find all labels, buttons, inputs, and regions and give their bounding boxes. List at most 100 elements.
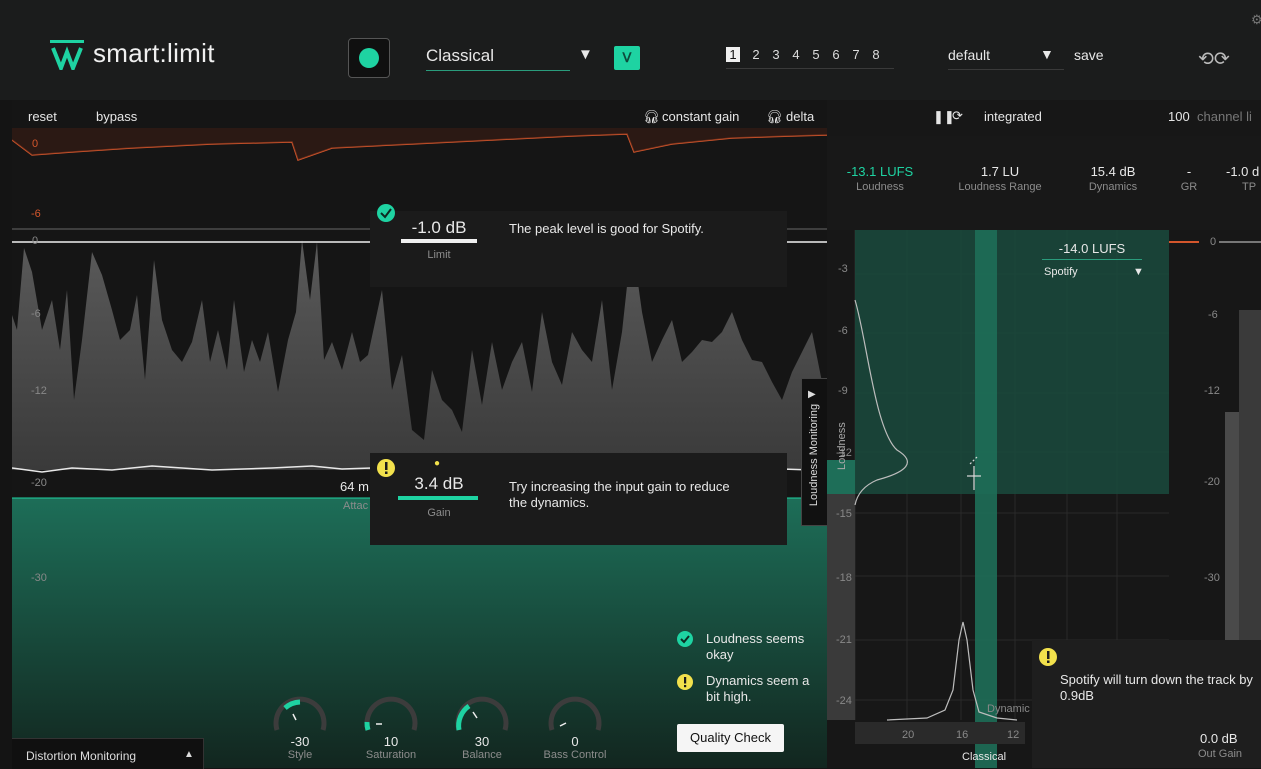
bypass-button[interactable]: bypass [96,109,137,124]
stat-tp-value: -1.0 d [1226,164,1260,179]
target-platform-arrow-icon[interactable]: ▼ [1133,266,1144,278]
spotify-warning-icon [1039,648,1057,666]
channel-link-label: channel li [1197,109,1252,124]
bass-control-knob[interactable] [546,694,604,734]
gain-marker-icon: ● [434,458,441,469]
distortion-monitoring-label: Distortion Monitoring [26,749,137,763]
lscale-m24: -24 [836,695,852,707]
level-scale-m6: -6 [31,308,41,320]
warning-icon [377,459,395,477]
mscale-m30: -30 [1204,572,1220,584]
preset-slots: 12345678 [726,46,894,69]
quality-check-button[interactable]: Quality Check [677,724,784,752]
lscale-m3: -3 [838,263,848,275]
stat-dynamics-value: 15.4 dB [1090,164,1136,179]
profile-dropdown-arrow-icon[interactable]: ▼ [578,46,593,63]
mscale-m12: -12 [1204,385,1220,397]
refresh-icon[interactable]: ⟳ [952,108,963,124]
loudness-monitoring-tab[interactable]: ▶ Loudness Monitoring [801,378,829,526]
saturation-value: 10 [383,734,399,749]
record-dot-icon [359,48,379,68]
dyn-scale-20: 20 [902,729,915,741]
style-knob[interactable] [271,694,329,734]
classical-label: Classical [962,751,1007,763]
loudness-target-area [855,230,1169,494]
preset-slot-1[interactable]: 1 [726,47,740,62]
bass-control-label: Bass Control [543,749,607,761]
save-button[interactable]: save [1074,47,1104,63]
record-button[interactable] [348,38,390,78]
distortion-monitoring-tab[interactable]: Distortion Monitoring ▲ [12,738,204,769]
gear-icon[interactable]: ⚙ [1251,12,1261,28]
limit-slider-bar[interactable] [401,239,477,243]
gain-message: Try increasing the input gain to reduce … [509,479,730,510]
dyn-scale-16: 16 [956,729,969,741]
lscale-m6: -6 [838,325,848,337]
target-platform[interactable]: Spotify [1044,266,1078,278]
level-scale-m12: -12 [31,385,47,397]
balance-value: 30 [474,734,490,749]
attack-value[interactable]: 64 m [340,479,369,494]
stat-range-label: Loudness Range [958,181,1042,193]
spotify-message: Spotify will turn down the track by 0.9d… [1060,672,1253,703]
attack-label: Attac [343,500,369,512]
channel-link-value[interactable]: 100 [1168,109,1190,124]
style-label: Style [287,749,313,761]
limit-label: Limit [427,249,451,261]
profile-dropdown[interactable]: Classical [426,46,570,71]
dynamics-warning-icon [677,674,693,690]
logo-text: smart:limit [93,38,215,68]
level-scale-0: 0 [32,235,39,247]
preset-slot-4[interactable]: 4 [786,47,806,62]
preset-slot-2[interactable]: 2 [746,47,766,62]
integrated-toggle[interactable]: integrated [984,109,1042,124]
out-gain-label: Out Gain [1198,748,1243,760]
saturation-knob[interactable] [362,694,420,734]
reset-button[interactable]: reset [28,109,57,124]
loudness-bar [827,460,855,720]
stat-gr-label: GR [1180,181,1198,193]
lscale-m9: -9 [838,385,848,397]
waveform-graph [12,100,827,768]
level-scale-m30: -30 [31,572,47,584]
loudness-monitoring-label: Loudness Monitoring [808,403,820,507]
gain-label: Gain [427,507,451,519]
constant-gain-toggle[interactable]: constant gain [662,109,739,124]
headphones-delta-icon: 🎧︎ [766,109,783,124]
balance-knob[interactable] [453,694,511,734]
chevron-up-icon: ▲ [184,749,194,760]
gain-value[interactable]: 3.4 dB [401,474,477,494]
mscale-0: 0 [1210,236,1217,248]
preset-slot-3[interactable]: 3 [766,47,786,62]
preset-slot-7[interactable]: 7 [846,47,866,62]
stat-loudness-value: -13.1 LUFS [846,164,914,179]
undo-redo-icon[interactable]: ⟲⟳ [1198,48,1230,71]
preset-slot-5[interactable]: 5 [806,47,826,62]
limit-message: The peak level is good for Spotify. [509,221,704,236]
waveform-svg [12,128,827,768]
loudness-message: Loudness seems okay [706,631,805,662]
stat-range-value: 1.7 LU [980,164,1020,179]
stat-tp-label: TP [1242,181,1257,193]
mscale-m6: -6 [1208,309,1218,321]
loudness-vertical-label: Loudness [836,422,848,470]
logo-icon [50,40,84,70]
gain-slider-bar[interactable] [398,496,478,500]
stat-dynamics-label: Dynamics [1088,181,1138,193]
headphones-icon: 🎧︎ [643,109,660,124]
target-loudness-value[interactable]: -14.0 LUFS [1042,241,1142,260]
profile-logo-icon[interactable]: ᐯ [614,46,640,70]
preset-slot-8[interactable]: 8 [866,47,886,62]
preset-slot-6[interactable]: 6 [826,47,846,62]
dynamics-target-column [975,230,997,768]
stat-gr-value: - [1186,164,1192,179]
preset-select-arrow-icon[interactable]: ▼ [1040,46,1054,62]
dynamics-message: Dynamics seem a bit high. [706,673,810,704]
bass-control-value: 0 [571,734,579,749]
loudness-ok-icon [677,631,693,647]
delta-toggle[interactable]: delta [786,109,814,124]
limit-value[interactable]: -1.0 dB [401,218,477,238]
out-gain-value[interactable]: 0.0 dB [1200,731,1238,746]
dyn-scale-12: 12 [1007,729,1020,741]
saturation-label: Saturation [365,749,417,761]
